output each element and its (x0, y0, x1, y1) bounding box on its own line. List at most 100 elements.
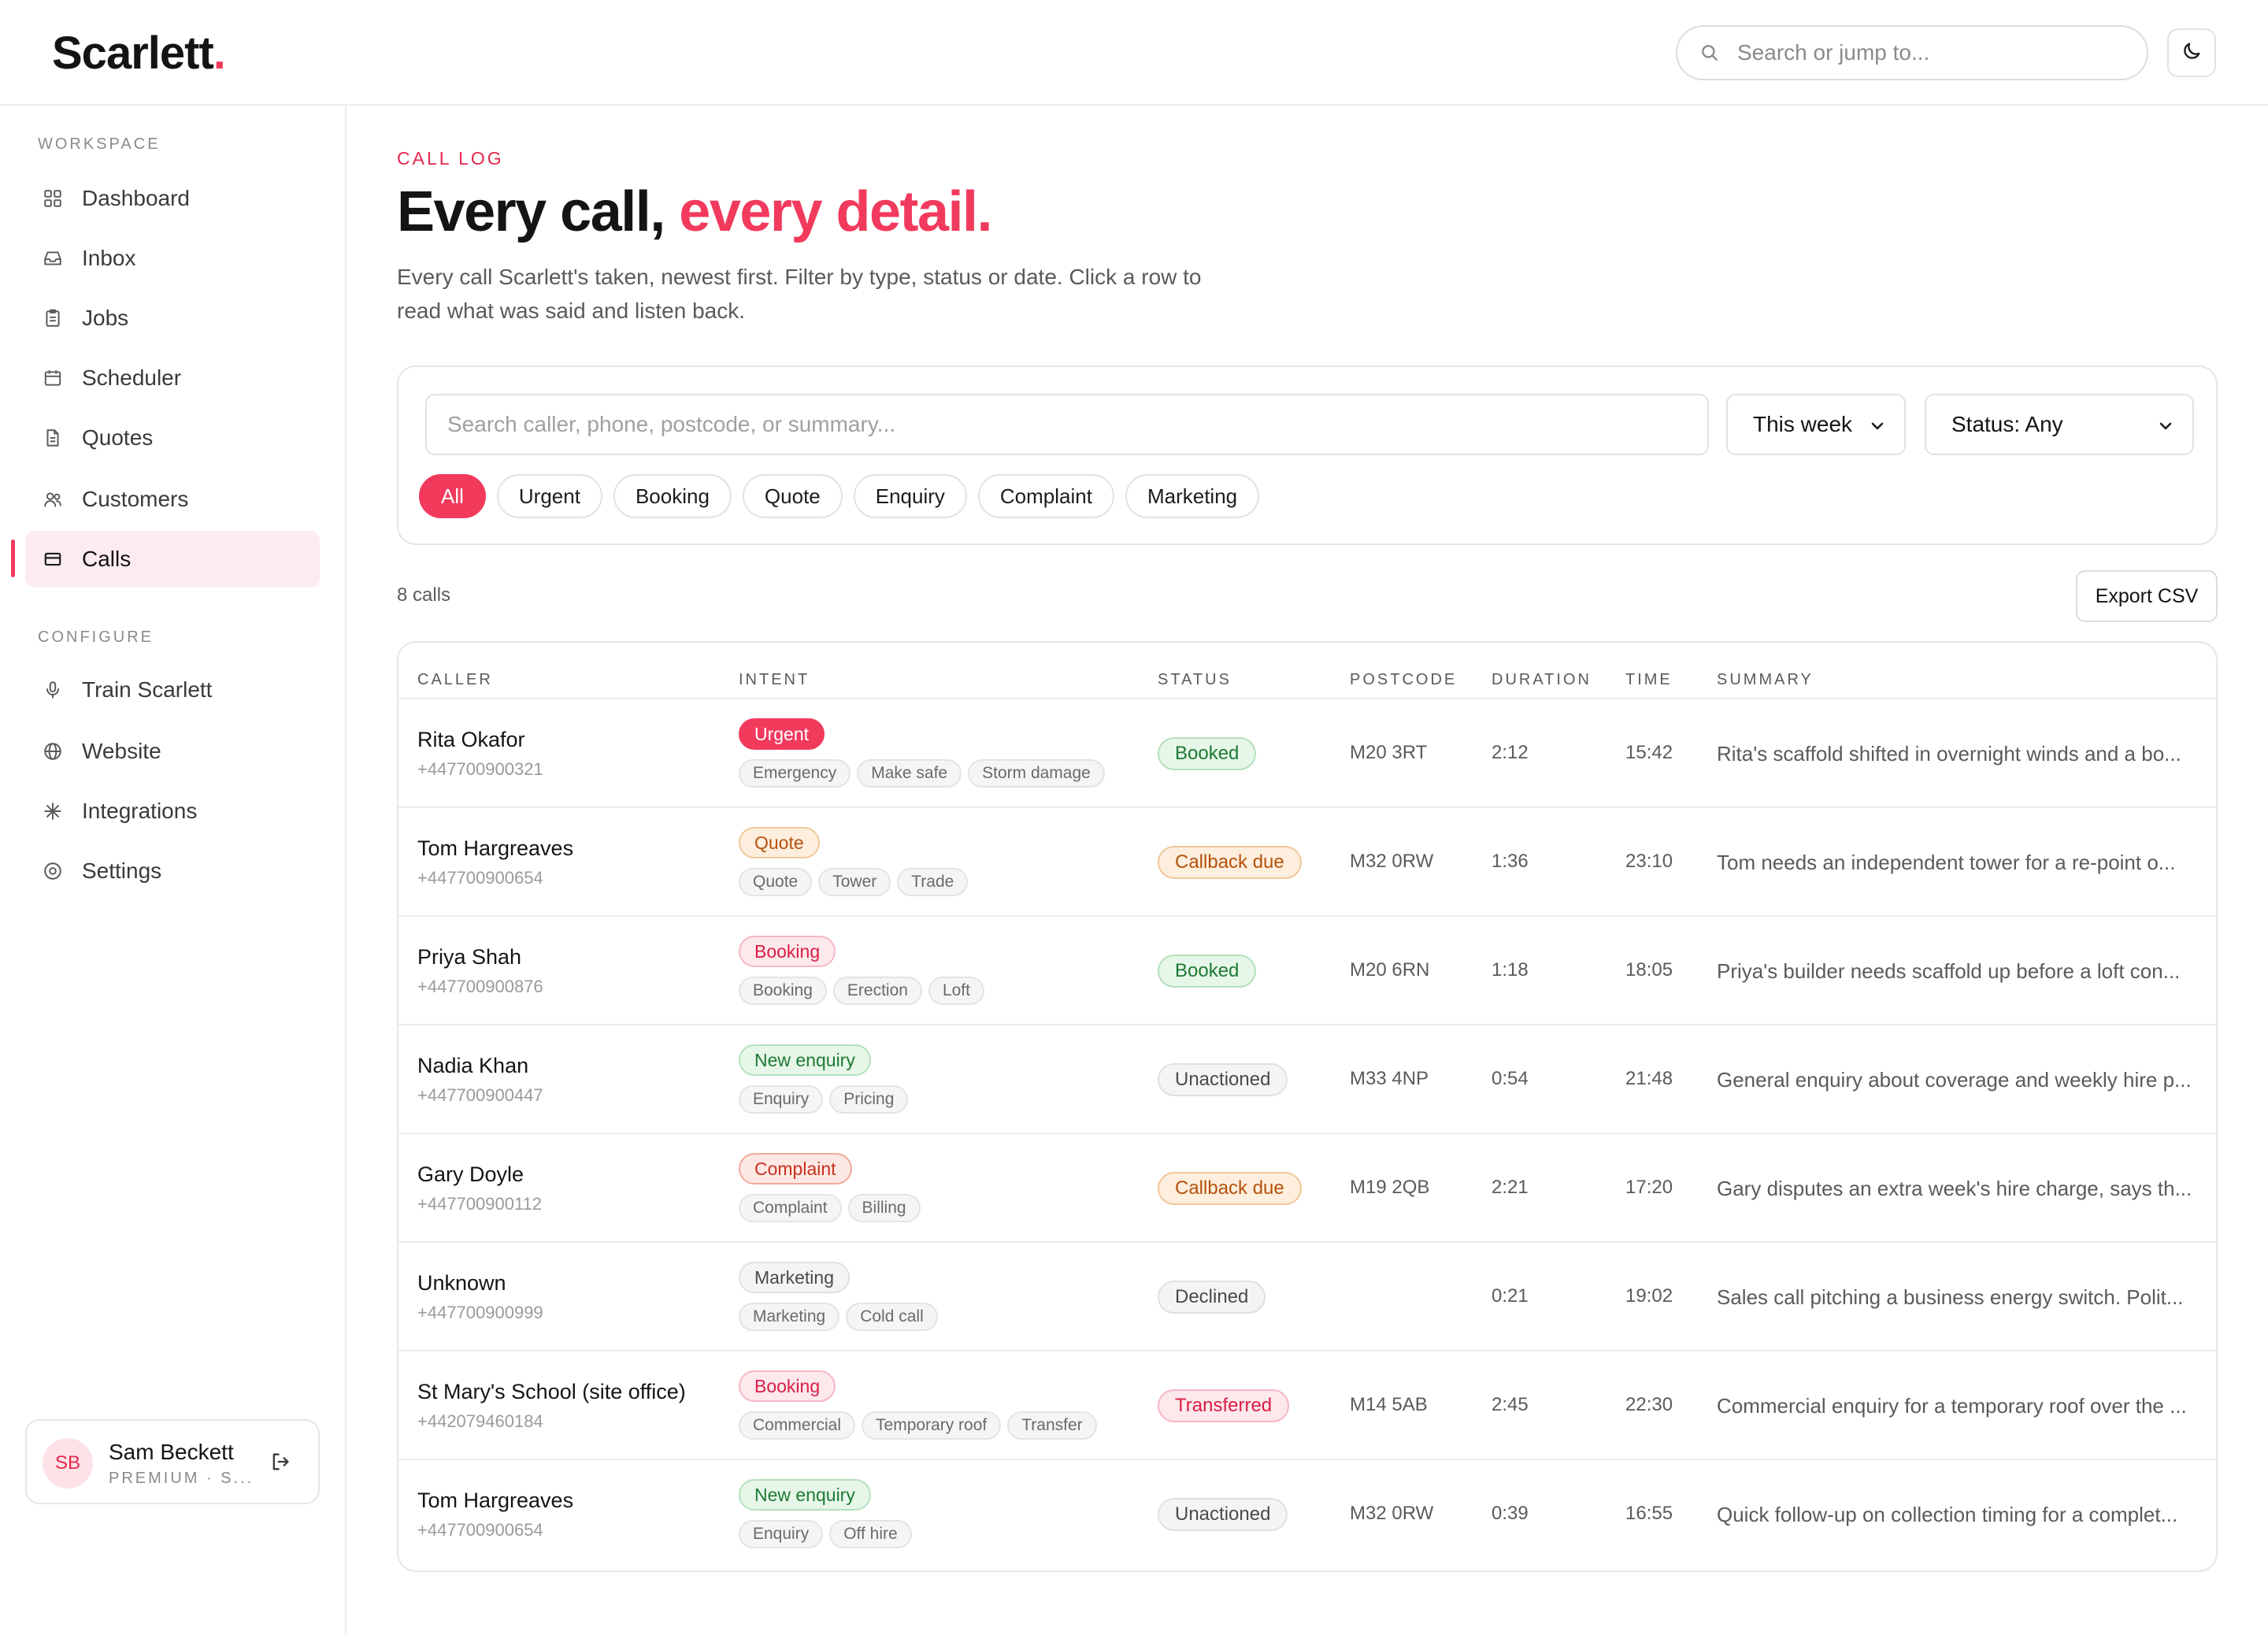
table-row[interactable]: Nadia Khan +447700900447 New enquiry Enquir… (398, 1024, 2216, 1133)
sidebar-item-calls[interactable]: Calls (25, 531, 320, 588)
call-duration: 1:36 (1492, 851, 1529, 872)
call-summary: Priya's builder needs scaffold up before… (1717, 959, 2181, 983)
call-summary: Tom needs an independent tower for a re-… (1717, 851, 2176, 874)
call-time: 17:20 (1625, 1177, 1673, 1198)
export-csv-button[interactable]: Export CSV (2076, 570, 2218, 622)
sidebar-item-website[interactable]: Website (25, 723, 320, 780)
intent-tag: Trade (897, 868, 969, 896)
call-duration: 0:54 (1492, 1068, 1529, 1089)
call-summary: Sales call pitching a business energy sw… (1717, 1285, 2184, 1309)
call-count: 8 calls (397, 584, 451, 606)
status-select[interactable]: Status: Any (1925, 394, 2194, 455)
table-row[interactable]: Tom Hargreaves +447700900654 New enquiry En… (398, 1459, 2216, 1567)
sidebar-item-scheduler[interactable]: Scheduler (25, 350, 320, 406)
intent-badge: Marketing (739, 1262, 850, 1293)
logout-icon (269, 1451, 291, 1477)
call-summary: Quick follow-up on collection timing for… (1717, 1503, 2178, 1526)
call-summary: General enquiry about coverage and weekl… (1717, 1068, 2192, 1092)
filter-chip-complaint[interactable]: Complaint (977, 474, 1114, 518)
sparkle-icon (41, 799, 65, 823)
top-bar: Scarlett. Search or jump to... (0, 0, 2268, 106)
sidebar-item-settings[interactable]: Settings (25, 843, 320, 899)
status-badge: Callback due (1158, 846, 1302, 879)
intent-tags: Marketing Cold call (739, 1303, 938, 1331)
call-duration: 2:12 (1492, 742, 1529, 763)
filter-chip-enquiry[interactable]: Enquiry (853, 474, 967, 518)
sidebar-item-label: Website (82, 739, 161, 763)
intent-tag: Erection (832, 977, 922, 1005)
page-eyebrow: CALL LOG (397, 148, 504, 169)
call-duration: 1:18 (1492, 959, 1529, 981)
page-title: Every call, every detail. (397, 180, 993, 243)
intent-tag: Booking (739, 977, 827, 1005)
app-logo[interactable]: Scarlett. (52, 27, 226, 80)
date-range-select[interactable]: This week (1726, 394, 1906, 455)
calls-table: CALLER INTENT STATUS POSTCODE DURATION T… (397, 641, 2218, 1572)
intent-tags: Quote Tower Trade (739, 868, 969, 896)
caller-name: St Mary's School (site office) (417, 1380, 686, 1403)
sidebar-item-label: Scheduler (82, 365, 182, 390)
sidebar-item-label: Quotes (82, 425, 154, 450)
filter-chip-urgent[interactable]: Urgent (496, 474, 602, 518)
call-duration: 0:39 (1492, 1503, 1529, 1524)
table-row[interactable]: Rita Okafor +447700900321 Urgent Emergency M… (398, 698, 2216, 806)
postcode: M19 2QB (1350, 1177, 1430, 1198)
call-duration: 2:21 (1492, 1177, 1529, 1198)
filter-chip-booking[interactable]: Booking (613, 474, 732, 518)
call-time: 18:05 (1625, 959, 1673, 981)
sidebar-item-quotes[interactable]: Quotes (25, 410, 320, 466)
intent-tag: Storm damage (968, 759, 1105, 788)
global-search-input[interactable]: Search or jump to... (1676, 25, 2148, 80)
intent-tag: Off hire (829, 1520, 912, 1548)
status-badge: Booked (1158, 955, 1257, 988)
user-name: Sam Beckett (109, 1440, 234, 1464)
postcode: M32 0RW (1350, 851, 1434, 872)
sidebar-item-label: Customers (82, 487, 189, 511)
sidebar-item-train-scarlett[interactable]: Train Scarlett (25, 662, 320, 718)
intent-badge: Booking (739, 1370, 836, 1402)
caller-phone: +447700900876 (417, 977, 543, 996)
call-search-input[interactable]: Search caller, phone, postcode, or summa… (425, 394, 1709, 455)
caller-phone: +447700900321 (417, 759, 543, 779)
filter-chip-marketing[interactable]: Marketing (1125, 474, 1260, 518)
sidebar-item-label: Settings (82, 858, 162, 883)
intent-tag: Marketing (739, 1303, 840, 1331)
caller-name: Priya Shah (417, 945, 522, 969)
page-subtitle: Every call Scarlett's taken, newest firs… (397, 265, 1202, 323)
filter-panel: Search caller, phone, postcode, or summa… (397, 365, 2218, 545)
user-card[interactable]: SB Sam Beckett PREMIUM · S... (25, 1419, 320, 1504)
calendar-icon (41, 366, 65, 390)
sidebar-item-customers[interactable]: Customers (25, 471, 320, 528)
table-row[interactable]: Tom Hargreaves +447700900654 Quote Quote Tow… (398, 806, 2216, 915)
table-row[interactable]: St Mary's School (site office) +442079460… (398, 1350, 2216, 1459)
sidebar-item-integrations[interactable]: Integrations (25, 783, 320, 840)
postcode: M20 3RT (1350, 742, 1428, 763)
intent-tag: Cold call (846, 1303, 938, 1331)
postcode: M32 0RW (1350, 1503, 1434, 1524)
sidebar-item-dashboard[interactable]: Dashboard (25, 170, 320, 227)
theme-toggle-button[interactable] (2167, 28, 2216, 77)
chevron-down-icon (2156, 416, 2175, 435)
caller-name: Rita Okafor (417, 728, 525, 751)
status-badge: Callback due (1158, 1172, 1302, 1205)
caller-phone: +447700900654 (417, 868, 543, 888)
table-row[interactable]: Unknown +447700900999 Marketing Marketing Co… (398, 1241, 2216, 1350)
caller-phone: +447700900654 (417, 1520, 543, 1540)
filter-chip-all[interactable]: All (419, 474, 486, 518)
call-duration: 2:45 (1492, 1394, 1529, 1415)
moon-icon (2181, 40, 2203, 66)
intent-tags: Enquiry Pricing (739, 1085, 909, 1114)
sidebar-item-jobs[interactable]: Jobs (25, 290, 320, 347)
filter-chip-quote[interactable]: Quote (742, 474, 843, 518)
logout-button[interactable] (266, 1449, 295, 1477)
intent-tags: Commercial Temporary roof Transfer (739, 1411, 1097, 1440)
table-row[interactable]: Priya Shah +447700900876 Booking Booking Ere… (398, 915, 2216, 1024)
caller-name: Tom Hargreaves (417, 836, 574, 860)
sidebar-item-label: Jobs (82, 306, 129, 330)
sidebar-item-inbox[interactable]: Inbox (25, 230, 320, 287)
column-header-intent: INTENT (739, 671, 810, 688)
table-row[interactable]: Gary Doyle +447700900112 Complaint Complain… (398, 1133, 2216, 1241)
caller-name: Gary Doyle (417, 1162, 524, 1186)
caller-phone: +447700900447 (417, 1085, 543, 1105)
intent-badge: Booking (739, 936, 836, 967)
